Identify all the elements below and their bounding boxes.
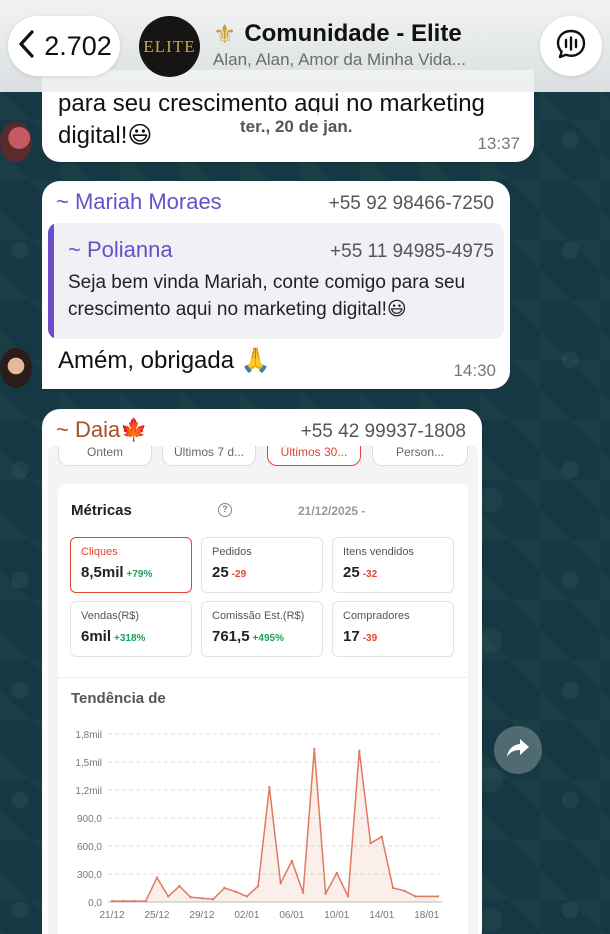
data-point bbox=[122, 899, 125, 903]
data-point bbox=[425, 895, 428, 898]
data-point bbox=[110, 899, 114, 903]
voice-chat-button[interactable] bbox=[540, 16, 602, 76]
metrics-panel: Métricas ? 21/12/2025 - Cliques 8,5mil +7… bbox=[58, 484, 468, 934]
voice-chat-icon bbox=[554, 27, 588, 66]
trend-chart: 0,0 300,0 600,0 900,0 1,2mil 1,5mil 1,8mil 21/1… bbox=[75, 730, 442, 921]
metrics-title: Métricas bbox=[71, 502, 132, 519]
y-tick-label: 0,0 bbox=[88, 898, 102, 909]
x-tick-label: 18/01 bbox=[414, 910, 439, 921]
quoted-message[interactable]: ~ Polianna +55 11 94985-4975 Seja bem vi… bbox=[48, 223, 504, 339]
metric-card: Pedidos 25 -29 bbox=[201, 537, 323, 593]
help-icon: ? bbox=[218, 503, 232, 517]
metric-card: Compradores 17 -39 bbox=[332, 601, 454, 657]
x-tick-label: 25/12 bbox=[144, 910, 169, 921]
data-point bbox=[301, 891, 305, 894]
chat-header: 2.702 ELITE ⚜ Comunidade - Elite Alan, A… bbox=[0, 0, 610, 92]
data-point bbox=[380, 835, 383, 838]
x-tick-label: 14/01 bbox=[369, 910, 394, 921]
data-point bbox=[403, 889, 406, 892]
filter-chip: Últimos 7 d... bbox=[162, 446, 256, 466]
data-point bbox=[178, 884, 181, 888]
data-point bbox=[223, 886, 226, 890]
message-time: 14:30 bbox=[453, 361, 496, 380]
data-point bbox=[268, 786, 271, 789]
data-point bbox=[144, 899, 147, 903]
data-point bbox=[245, 895, 249, 898]
x-tick-label: 29/12 bbox=[189, 910, 214, 921]
group-title: Comunidade - Elite bbox=[244, 20, 462, 47]
back-button[interactable]: 2.702 bbox=[8, 16, 120, 76]
data-point bbox=[369, 842, 372, 845]
series-area bbox=[112, 748, 438, 902]
quote-bar bbox=[48, 223, 54, 339]
sender-phone: +55 92 98466-7250 bbox=[328, 193, 494, 214]
data-point bbox=[313, 747, 316, 751]
x-tick-label: 06/01 bbox=[279, 910, 304, 921]
y-tick-label: 300,0 bbox=[77, 870, 102, 881]
x-tick-label: 10/01 bbox=[324, 910, 349, 921]
data-point bbox=[324, 892, 327, 895]
group-avatar[interactable]: ELITE bbox=[139, 16, 200, 77]
filter-chip: Person... bbox=[372, 446, 468, 466]
y-tick-label: 1,8mil bbox=[75, 730, 102, 741]
data-point bbox=[436, 895, 440, 898]
image-attachment[interactable]: Ontem Últimos 7 d... Últimos 30... Perso… bbox=[48, 446, 478, 934]
data-point bbox=[200, 897, 204, 900]
metric-card: Vendas(R$) 6mil +318% bbox=[70, 601, 192, 657]
data-point bbox=[256, 884, 260, 888]
data-point bbox=[234, 890, 237, 893]
x-tick-label: 02/01 bbox=[234, 910, 259, 921]
data-point bbox=[211, 898, 215, 901]
avatar[interactable] bbox=[0, 122, 32, 162]
y-tick-label: 1,2mil bbox=[75, 786, 102, 797]
group-members[interactable]: Alan, Alan, Amor da Minha Vida... bbox=[213, 50, 503, 70]
trend-title: Tendência de bbox=[71, 690, 166, 707]
quoted-text: Seja bem vinda Mariah, conte comigo para… bbox=[68, 272, 466, 320]
metric-card: Itens vendidos 25 -32 bbox=[332, 537, 454, 593]
chevron-left-icon bbox=[16, 29, 38, 64]
data-point bbox=[391, 886, 395, 890]
unread-count: 2.702 bbox=[44, 30, 112, 61]
panel-divider bbox=[58, 677, 468, 678]
y-tick-label: 900,0 bbox=[77, 814, 102, 825]
filter-chip: Ontem bbox=[58, 446, 152, 466]
message-time: 13:37 bbox=[477, 134, 520, 153]
sender-name[interactable]: ~ Mariah Moraes bbox=[56, 189, 222, 215]
date-separator: ter., 20 de jan. bbox=[228, 112, 365, 142]
quoted-sender: ~ Polianna bbox=[68, 237, 173, 262]
y-tick-label: 600,0 bbox=[77, 842, 102, 853]
date-range: 21/12/2025 - bbox=[298, 504, 366, 518]
y-tick-label: 1,5mil bbox=[75, 758, 102, 769]
message-bubble[interactable]: ~ Mariah Moraes +55 92 98466-7250 ~ Poli… bbox=[42, 181, 510, 389]
filter-chip-selected: Últimos 30... bbox=[267, 446, 361, 466]
forward-button[interactable] bbox=[494, 726, 542, 774]
data-point bbox=[358, 749, 361, 752]
data-point bbox=[335, 871, 339, 875]
data-point bbox=[133, 899, 136, 903]
forward-icon bbox=[506, 737, 530, 764]
avatar[interactable] bbox=[0, 348, 32, 388]
sender-phone: +55 42 99937-1808 bbox=[300, 421, 466, 442]
quoted-phone: +55 11 94985-4975 bbox=[330, 241, 494, 262]
data-point bbox=[279, 882, 282, 885]
data-point bbox=[290, 859, 294, 863]
metric-card: Comissão Est.(R$) 761,5 +495% bbox=[201, 601, 323, 657]
message-text: Amém, obrigada 🙏 bbox=[58, 347, 271, 374]
metric-card: Cliques 8,5mil +79% bbox=[70, 537, 192, 593]
data-point bbox=[346, 895, 350, 898]
group-title-row[interactable]: ⚜ Comunidade - Elite bbox=[213, 20, 462, 48]
sender-name[interactable]: ~ Daia🍁 bbox=[56, 417, 148, 443]
data-point bbox=[414, 895, 417, 898]
x-tick-label: 21/12 bbox=[99, 910, 124, 921]
data-point bbox=[167, 895, 170, 898]
data-point bbox=[155, 876, 159, 879]
data-point bbox=[189, 896, 192, 899]
fleur-de-lis-icon: ⚜ bbox=[213, 19, 237, 49]
